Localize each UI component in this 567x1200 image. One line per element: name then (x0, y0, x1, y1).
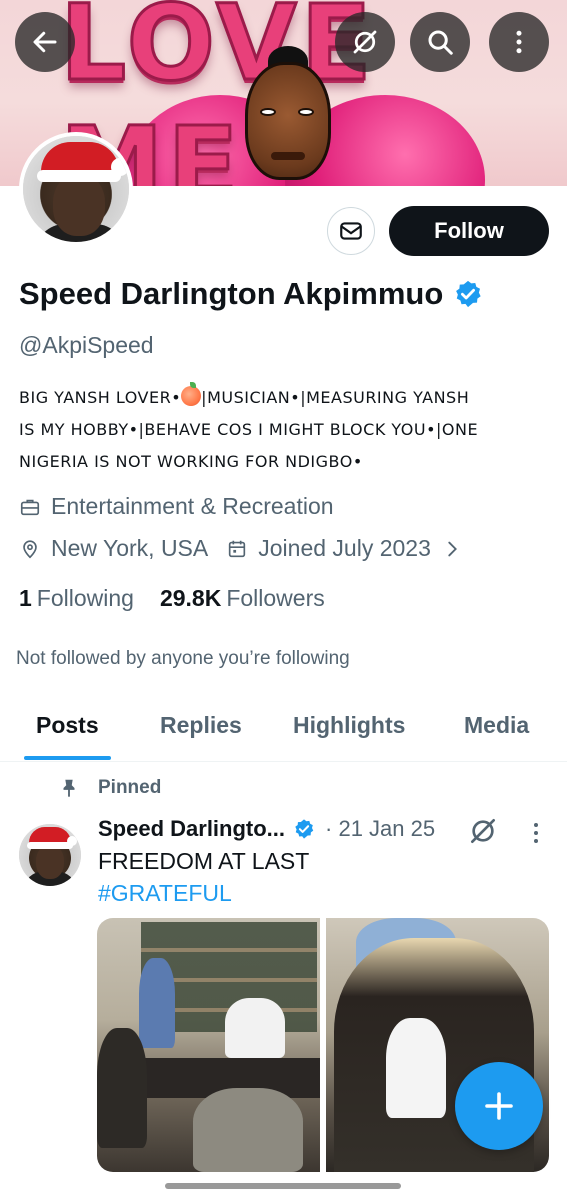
compose-button[interactable] (455, 1062, 543, 1150)
post-hashtag[interactable]: #GRATEFUL (98, 880, 232, 907)
profile-location: New York, USA (51, 535, 209, 561)
grok-button[interactable] (335, 12, 395, 72)
tab-replies[interactable]: Replies (160, 712, 242, 739)
grok-icon (353, 30, 377, 54)
followers-count: 29.8K (159, 585, 222, 611)
post-text: FREEDOM AT LAST (98, 848, 310, 874)
location-item: New York, USA (19, 535, 208, 562)
followers-label: Followers (226, 585, 325, 611)
profile-category-row: Entertainment & Recreation (19, 493, 334, 520)
profile-joined: Joined July 2023 (258, 535, 431, 561)
tab-highlights[interactable]: Highlights (293, 712, 405, 739)
profile-meta-row: New York, USA Joined July 2023 (19, 535, 463, 562)
profile-bio: BIG YANSH LOVER• |MUSICIAN•|MEASURING YAN… (19, 382, 479, 471)
pinned-indicator: Pinned (58, 777, 161, 799)
avatar-photo (23, 136, 129, 242)
followers-link[interactable]: 29.8K Followers (160, 585, 325, 612)
tab-media[interactable]: Media (464, 712, 529, 739)
location-pin-icon (23, 539, 37, 558)
mutual-followers-note: Not followed by anyone you’re following (16, 648, 350, 669)
banner-cartoon-face (245, 62, 331, 180)
more-options-button[interactable] (489, 12, 549, 72)
pin-icon (63, 779, 75, 798)
following-label: Following (36, 585, 134, 611)
profile-avatar[interactable] (19, 132, 133, 246)
banner-cartoon-eye (260, 108, 276, 116)
post-author-name[interactable]: Speed Darlingto... (98, 816, 285, 842)
following-count: 1 (19, 585, 32, 611)
search-button[interactable] (410, 12, 470, 72)
peach-emoji-icon (181, 382, 202, 406)
grok-icon[interactable] (467, 815, 499, 847)
plus-icon (485, 1092, 513, 1120)
back-button[interactable] (15, 12, 75, 72)
profile-handle: @AkpiSpeed (19, 332, 154, 358)
following-link[interactable]: 1 Following (19, 585, 134, 612)
profile-name: Speed Darlington Akpimmuo (19, 276, 444, 311)
back-arrow-icon (33, 31, 57, 53)
banner-cartoon-eye (298, 108, 314, 116)
chevron-right-icon (448, 541, 457, 556)
post-author-avatar[interactable] (19, 824, 81, 886)
verified-badge-icon[interactable] (453, 279, 483, 309)
joined-item[interactable]: Joined July 2023 (226, 535, 463, 562)
follow-button[interactable]: Follow (389, 206, 549, 256)
message-button[interactable] (327, 207, 375, 255)
follow-counts: 1 Following 29.8K Followers (19, 585, 351, 612)
profile-category: Entertainment & Recreation (51, 493, 334, 519)
tab-posts[interactable]: Posts (36, 712, 99, 739)
more-vertical-icon (516, 30, 522, 54)
post-header: Speed Darlingto... · 21 Jan 25 (98, 816, 435, 842)
pinned-label: Pinned (98, 777, 162, 798)
search-icon (428, 30, 453, 55)
verified-badge-icon (295, 819, 314, 839)
banner-cartoon-mouth (271, 152, 305, 160)
calendar-icon (229, 540, 246, 557)
active-tab-indicator (24, 756, 111, 760)
home-indicator[interactable] (165, 1183, 401, 1189)
briefcase-icon (20, 499, 40, 515)
post-date[interactable]: · 21 Jan 25 (325, 816, 435, 842)
post-image-1[interactable] (97, 918, 320, 1172)
post-more-icon[interactable] (526, 820, 546, 846)
profile-name-row: Speed Darlington Akpimmuo (19, 276, 483, 312)
envelope-icon (340, 222, 362, 240)
profile-tabs: Posts Replies Highlights Media (0, 698, 567, 762)
